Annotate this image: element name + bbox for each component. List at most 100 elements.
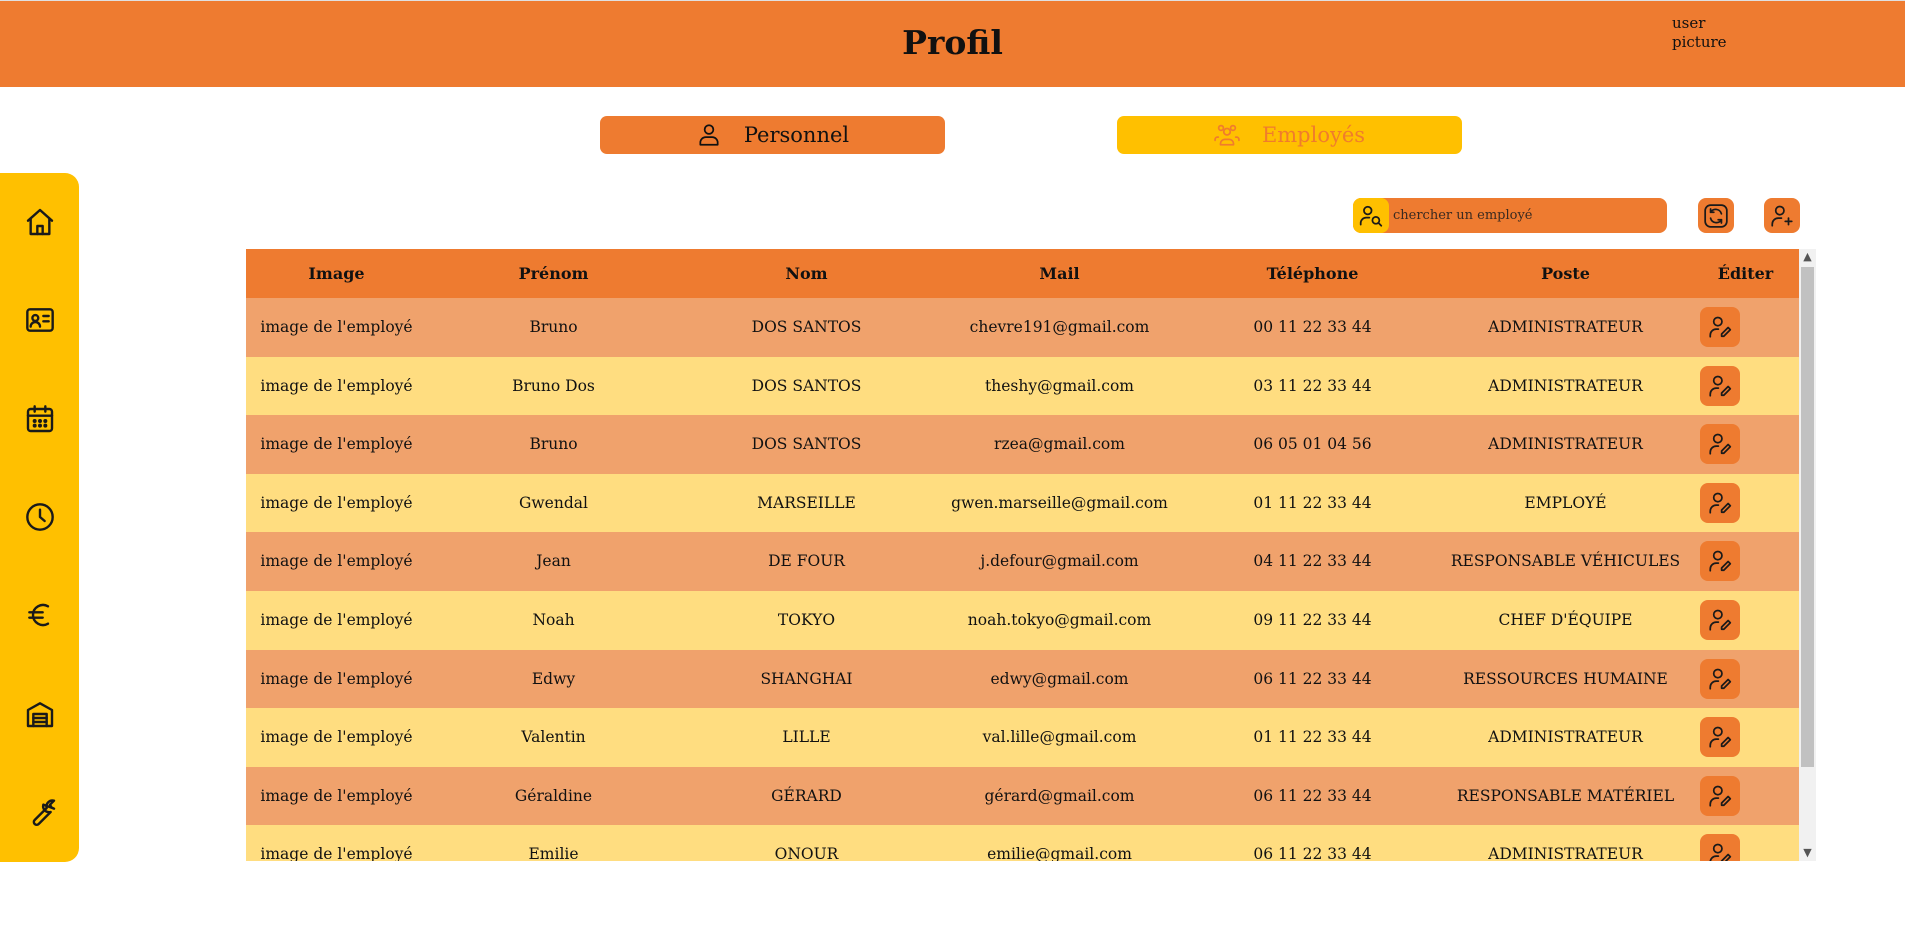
- table-row: image de l'employé Noah TOKYO noah.tokyo…: [246, 590, 1799, 650]
- cell-nom: ONOUR: [774, 845, 839, 861]
- edit-employee-button[interactable]: [1700, 482, 1740, 523]
- table-header: Image Prénom Nom Mail Téléphone Poste Éd…: [246, 249, 1799, 298]
- cell-image: image de l'employé: [260, 728, 413, 747]
- edit-employee-button[interactable]: [1700, 541, 1740, 582]
- edit-employee-button[interactable]: [1700, 775, 1740, 816]
- add-employee-button[interactable]: [1764, 198, 1800, 233]
- cell-image: image de l'employé: [260, 845, 413, 861]
- cell-image: image de l'employé: [260, 786, 413, 805]
- page-title: Profil: [902, 23, 1003, 62]
- cell-image: image de l'employé: [260, 552, 413, 571]
- sidebar-item-home[interactable]: [22, 204, 58, 240]
- cell-nom: LILLE: [782, 728, 831, 747]
- cell-prenom: Bruno: [529, 435, 578, 454]
- cell-telephone: 06 11 22 33 44: [1253, 786, 1372, 805]
- search-input[interactable]: [1393, 198, 1663, 233]
- cell-image: image de l'employé: [260, 610, 413, 629]
- refresh-icon: [1704, 203, 1728, 228]
- table-body: image de l'employé Bruno DOS SANTOS chev…: [246, 298, 1799, 861]
- edit-employee-button[interactable]: [1700, 307, 1740, 347]
- edit-employee-button[interactable]: [1700, 365, 1740, 406]
- scroll-thumb[interactable]: [1801, 267, 1814, 767]
- id-card-icon: [26, 308, 54, 332]
- column-header-editer: Éditer: [1717, 264, 1774, 283]
- cell-nom: DOS SANTOS: [751, 318, 862, 336]
- cell-telephone: 01 11 22 33 44: [1253, 728, 1372, 747]
- edit-employee-button[interactable]: [1700, 834, 1740, 861]
- cell-mail: gwen.marseille@gmail.com: [951, 493, 1168, 512]
- edit-user-icon: [1709, 550, 1732, 572]
- cell-mail: j.defour@gmail.com: [980, 552, 1139, 571]
- table-row: image de l'employé Bruno DOS SANTOS chev…: [246, 298, 1799, 357]
- edit-user-icon: [1709, 609, 1732, 631]
- sidebar: [0, 173, 79, 862]
- edit-user-icon: [1709, 433, 1732, 455]
- cell-nom: TOKYO: [777, 610, 836, 629]
- cell-prenom: Valentin: [521, 728, 586, 747]
- cell-telephone: 06 11 22 33 44: [1253, 669, 1372, 688]
- cell-poste: ADMINISTRATEUR: [1488, 728, 1643, 747]
- calendar-icon: [26, 405, 54, 433]
- employees-table: Image Prénom Nom Mail Téléphone Poste Éd…: [246, 249, 1816, 861]
- cell-nom: SHANGHAI: [760, 669, 853, 688]
- sidebar-item-settings[interactable]: [22, 794, 58, 830]
- cell-prenom: Bruno: [529, 318, 578, 336]
- cell-poste: EMPLOYÉ: [1524, 493, 1607, 512]
- column-header-poste: Poste: [1541, 264, 1590, 283]
- tab-personnel[interactable]: Personnel: [600, 116, 945, 154]
- home-icon: [26, 208, 54, 236]
- edit-user-icon: [1709, 316, 1732, 338]
- sidebar-item-profile-card[interactable]: [22, 302, 58, 338]
- cell-poste: RESPONSABLE MATÉRIEL: [1456, 786, 1675, 805]
- cell-prenom: Bruno Dos: [512, 376, 595, 395]
- cell-poste: ADMINISTRATEUR: [1488, 845, 1643, 861]
- refresh-button[interactable]: [1698, 198, 1734, 233]
- users-icon: [1214, 124, 1240, 146]
- table-row: image de l'employé Géraldine GÉRARD géra…: [246, 766, 1799, 826]
- edit-employee-button[interactable]: [1700, 717, 1740, 758]
- euro-icon: [28, 603, 50, 627]
- user-picture[interactable]: user picture: [1672, 14, 1752, 52]
- edit-user-icon: [1709, 726, 1732, 748]
- cell-nom: DOS SANTOS: [751, 376, 862, 395]
- edit-user-icon: [1709, 785, 1732, 807]
- sidebar-item-clock[interactable]: [22, 499, 58, 535]
- sidebar-item-finance[interactable]: [22, 597, 58, 633]
- cell-nom: MARSEILLE: [757, 493, 856, 512]
- edit-employee-button[interactable]: [1700, 599, 1740, 640]
- cell-telephone: 00 11 22 33 44: [1253, 318, 1372, 336]
- cell-poste: CHEF D'ÉQUIPE: [1498, 610, 1633, 629]
- table-row: image de l'employé Valentin LILLE val.li…: [246, 708, 1799, 767]
- cell-telephone: 01 11 22 33 44: [1253, 493, 1372, 512]
- tab-employes[interactable]: Employés: [1117, 116, 1462, 154]
- cell-mail: noah.tokyo@gmail.com: [967, 610, 1152, 629]
- table-row: image de l'employé Gwendal MARSEILLE gwe…: [246, 473, 1799, 533]
- cell-telephone: 04 11 22 33 44: [1253, 552, 1372, 571]
- sidebar-item-warehouse[interactable]: [22, 696, 58, 732]
- cell-poste: ADMINISTRATEUR: [1488, 376, 1643, 395]
- sidebar-item-calendar[interactable]: [22, 401, 58, 437]
- cell-prenom: Noah: [532, 610, 575, 629]
- cell-prenom: Edwy: [531, 669, 576, 688]
- table-scrollbar[interactable]: ▲ ▼: [1799, 249, 1816, 861]
- tab-personnel-label: Personnel: [743, 123, 850, 147]
- table-row: image de l'employé Bruno DOS SANTOS rzea…: [246, 415, 1799, 474]
- cell-poste: ADMINISTRATEUR: [1488, 318, 1643, 336]
- header-bar: Profil user picture: [0, 0, 1905, 87]
- edit-employee-button[interactable]: [1700, 424, 1740, 465]
- search-user-icon[interactable]: [1353, 198, 1389, 233]
- cell-nom: GÉRARD: [771, 786, 842, 805]
- scroll-down-arrow-icon[interactable]: ▼: [1799, 845, 1816, 861]
- user-icon: [699, 124, 719, 146]
- edit-employee-button[interactable]: [1700, 658, 1740, 699]
- wrench-icon: [32, 799, 56, 827]
- search-bar: [1353, 198, 1667, 233]
- column-header-prenom: Prénom: [518, 264, 589, 283]
- cell-mail: edwy@gmail.com: [990, 669, 1129, 688]
- cell-nom: DOS SANTOS: [751, 435, 862, 454]
- scroll-up-arrow-icon[interactable]: ▲: [1799, 249, 1816, 265]
- cell-image: image de l'employé: [260, 376, 413, 395]
- add-user-icon: [1771, 205, 1793, 227]
- cell-prenom: Emilie: [528, 845, 579, 861]
- cell-mail: emilie@gmail.com: [987, 845, 1132, 861]
